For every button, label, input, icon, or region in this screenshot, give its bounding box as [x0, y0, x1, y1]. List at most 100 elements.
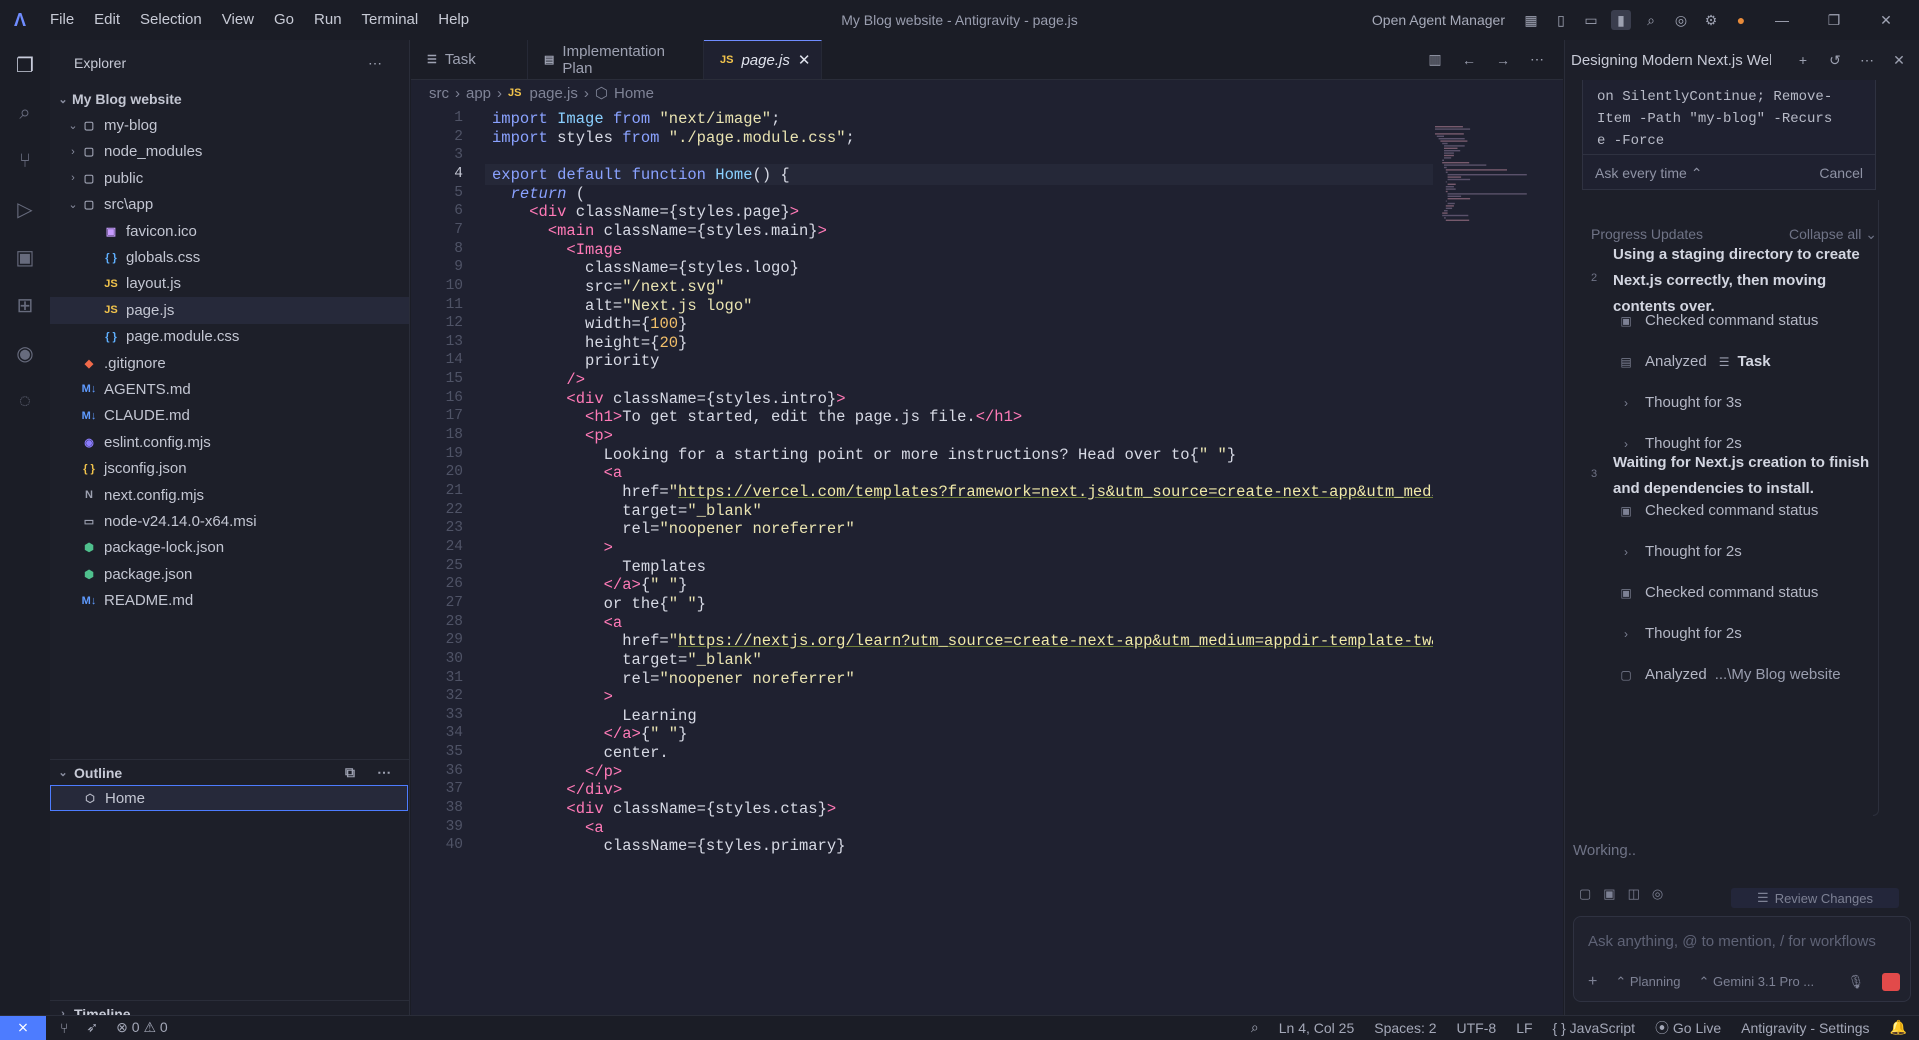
explorer-icon[interactable]: ❐: [10, 50, 40, 80]
browser-context-icon[interactable]: ◫: [1628, 886, 1640, 902]
progress-item[interactable]: ▢ Analyzed ...\My Blog website: [1619, 666, 1841, 683]
outline-section-header[interactable]: ⌄ Outline ⧉ ⋯: [50, 759, 410, 785]
close-window-button[interactable]: ✕: [1865, 12, 1907, 29]
collapse-all-button[interactable]: Collapse all ⌄: [1789, 226, 1877, 243]
file-item[interactable]: ◆ .gitignore: [50, 350, 409, 376]
zoom-icon[interactable]: ⌕: [1251, 1019, 1259, 1036]
progress-item[interactable]: › Thought for 3s: [1619, 394, 1742, 411]
settings-status[interactable]: Antigravity - Settings: [1741, 1020, 1869, 1036]
breadcrumb-item[interactable]: Home: [614, 85, 654, 102]
progress-item[interactable]: › Thought for 2s: [1619, 543, 1742, 560]
ask-every-time-dropdown[interactable]: Ask every time ⌃: [1595, 162, 1702, 184]
github-icon[interactable]: ◉: [10, 338, 40, 368]
browser-icon[interactable]: ◎: [1671, 10, 1691, 30]
chat-input[interactable]: Ask anything, @ to mention, / for workfl…: [1588, 933, 1876, 950]
toggle-agent-panel-icon[interactable]: ▮: [1611, 10, 1631, 30]
file-item[interactable]: ◉ eslint.config.mjs: [50, 429, 409, 455]
folder-item[interactable]: › ▢ public: [50, 165, 409, 191]
scrollbar[interactable]: [1873, 200, 1879, 816]
language-mode[interactable]: { } JavaScript: [1553, 1020, 1636, 1036]
progress-item[interactable]: › Thought for 2s: [1619, 625, 1742, 642]
file-item[interactable]: ▭ node-v24.14.0-x64.msi: [50, 508, 409, 534]
toggle-sidebar-icon[interactable]: ▯: [1551, 10, 1571, 30]
menu-item[interactable]: Terminal: [352, 0, 429, 40]
add-context-icon[interactable]: +: [1588, 973, 1597, 991]
problems-indicator[interactable]: ⊗ 0 ⚠ 0: [116, 1019, 168, 1036]
rocket-icon[interactable]: ➶: [86, 1019, 98, 1036]
workspace-root[interactable]: ⌄ My Blog website: [50, 86, 409, 112]
split-editor-icon[interactable]: ▥: [1425, 50, 1445, 70]
menu-item[interactable]: View: [212, 0, 264, 40]
close-panel-icon[interactable]: ✕: [1889, 50, 1909, 70]
ports-icon[interactable]: ⑂: [60, 1020, 68, 1036]
go-back-icon[interactable]: ←: [1459, 50, 1479, 70]
menu-item[interactable]: Help: [428, 0, 479, 40]
tab-0[interactable]: ☰ Task: [411, 40, 528, 79]
more-actions-icon[interactable]: ⋯: [1527, 50, 1547, 70]
menu-item[interactable]: Go: [264, 0, 304, 40]
progress-item[interactable]: ▣ Checked command status: [1619, 312, 1818, 329]
file-item[interactable]: M↓ README.md: [50, 587, 409, 613]
remote-indicator-icon[interactable]: ⨯: [0, 1015, 46, 1040]
model-selector[interactable]: ⌃ Gemini 3.1 Pro ...: [1698, 974, 1814, 990]
notifications-bell-icon[interactable]: 🔔: [1890, 1019, 1907, 1036]
file-item[interactable]: M↓ CLAUDE.md: [50, 403, 409, 429]
search-icon[interactable]: ⌕: [1641, 10, 1661, 30]
minimap[interactable]: [1433, 106, 1563, 1015]
menu-item[interactable]: File: [40, 0, 84, 40]
toggle-panel-icon[interactable]: ▭: [1581, 10, 1601, 30]
remote-explorer-icon[interactable]: ▣: [10, 242, 40, 272]
mode-selector[interactable]: ⌃ Planning: [1615, 974, 1680, 990]
file-item[interactable]: ⬢ package.json: [50, 561, 409, 587]
cancel-button[interactable]: Cancel: [1819, 162, 1863, 184]
end-of-line[interactable]: LF: [1516, 1020, 1532, 1036]
collapse-all-icon[interactable]: ⧉: [340, 763, 360, 783]
progress-item[interactable]: ▣ Checked command status: [1619, 584, 1818, 601]
progress-item-target[interactable]: ...\My Blog website: [1715, 666, 1841, 683]
encoding[interactable]: UTF-8: [1457, 1020, 1497, 1036]
stop-button[interactable]: [1882, 973, 1900, 991]
microphone-icon[interactable]: 🎙: [1847, 974, 1864, 990]
file-context-icon[interactable]: ▢: [1579, 886, 1591, 902]
open-agent-manager-button[interactable]: Open Agent Manager: [1372, 12, 1505, 28]
terminal-context-icon[interactable]: ▣: [1603, 886, 1615, 902]
file-item[interactable]: JS layout.js: [50, 271, 409, 297]
close-tab-icon[interactable]: ✕: [798, 51, 811, 69]
progress-item-target[interactable]: Task: [1737, 353, 1770, 370]
folder-item[interactable]: › ▢ node_modules: [50, 139, 409, 165]
go-live-button[interactable]: ⦿ Go Live: [1655, 1018, 1721, 1038]
review-changes-button[interactable]: ☰ Review Changes: [1731, 888, 1899, 908]
new-chat-icon[interactable]: +: [1793, 50, 1813, 70]
tab-1[interactable]: ▤ Implementation Plan: [528, 40, 704, 79]
more-actions-icon[interactable]: ⋯: [374, 763, 394, 783]
code-editor[interactable]: 1 import Image from "next/image"; 2 import …: [411, 106, 1433, 1015]
tab-page-js[interactable]: JS page.js ✕: [704, 40, 822, 79]
minimize-button[interactable]: —: [1761, 12, 1803, 28]
file-item[interactable]: ▣ favicon.ico: [50, 218, 409, 244]
file-item[interactable]: { } jsconfig.json: [50, 455, 409, 481]
account-avatar-icon[interactable]: ●: [1731, 10, 1751, 30]
menu-item[interactable]: Run: [304, 0, 352, 40]
settings-gear-icon[interactable]: ⚙: [1701, 10, 1721, 30]
restore-button[interactable]: ❐: [1813, 12, 1855, 29]
cursor-position[interactable]: Ln 4, Col 25: [1279, 1020, 1355, 1036]
menu-item[interactable]: Selection: [130, 0, 212, 40]
run-debug-icon[interactable]: ▷: [10, 194, 40, 224]
source-control-icon[interactable]: ⑂: [10, 146, 40, 176]
progress-item[interactable]: ▤ Analyzed ☰ Task: [1619, 353, 1770, 370]
breadcrumb-item[interactable]: app: [466, 85, 491, 102]
file-item[interactable]: M↓ AGENTS.md: [50, 376, 409, 402]
review-icon[interactable]: ◎: [1652, 886, 1663, 902]
menu-item[interactable]: Edit: [84, 0, 130, 40]
more-actions-icon[interactable]: ⋯: [365, 53, 385, 73]
file-item[interactable]: { } page.module.css: [50, 324, 409, 350]
history-icon[interactable]: ↺: [1825, 50, 1845, 70]
agent-icon[interactable]: ◌: [10, 386, 40, 416]
progress-item[interactable]: ▣ Checked command status: [1619, 502, 1818, 519]
search-view-icon[interactable]: ⌕: [10, 98, 40, 128]
extensions-icon[interactable]: ⊞: [10, 290, 40, 320]
folder-item[interactable]: ⌄ ▢ my-blog: [50, 112, 409, 138]
file-item[interactable]: ⬢ package-lock.json: [50, 535, 409, 561]
folder-item[interactable]: ⌄ ▢ src\app: [50, 192, 409, 218]
outline-item-home[interactable]: ⬡ Home: [50, 785, 408, 812]
